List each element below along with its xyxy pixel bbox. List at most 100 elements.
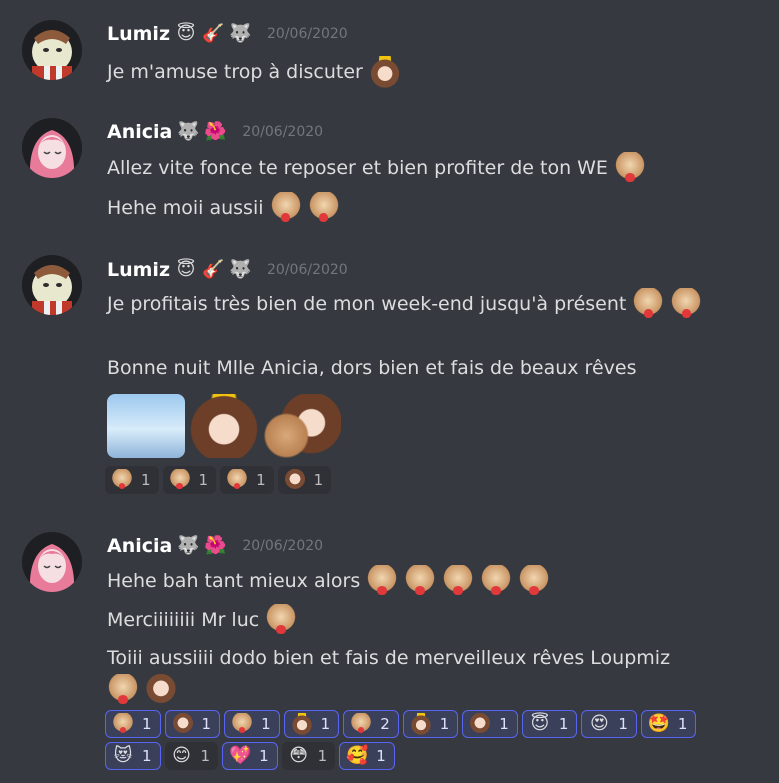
halo-smile-badge-icon: 😇 xyxy=(176,23,196,44)
message-text: Merciiiiiiii Mr luc xyxy=(107,609,260,631)
cat-heart-emoji-icon xyxy=(404,565,437,597)
message-line: Hehe moii aussii xyxy=(107,192,340,224)
reaction[interactable]: 1 xyxy=(277,466,332,494)
reaction-count: 1 xyxy=(142,715,152,733)
reaction-count: 1 xyxy=(376,747,386,765)
username[interactable]: Lumiz xyxy=(107,259,170,281)
message-text: Toiii aussiiii dodo bien et fais de merv… xyxy=(107,647,671,669)
reaction-count: 1 xyxy=(141,471,151,489)
message-text: Allez vite fonce te reposer et bien prof… xyxy=(107,157,608,179)
smiling-hearts-emoji-icon: 🥰 xyxy=(346,745,369,766)
message-line: Merciiiiiiii Mr luc xyxy=(107,604,298,636)
wolf-badge-icon: 🐺 xyxy=(229,259,252,280)
wolf-badge-icon: 🐺 xyxy=(229,23,252,44)
cat-heart-emoji-icon xyxy=(111,469,133,491)
username[interactable]: Lumiz xyxy=(107,23,170,45)
cat-heart-emoji-icon xyxy=(168,469,191,491)
reaction[interactable]: 1 xyxy=(105,466,159,494)
guitar-badge-icon: 🎸 xyxy=(202,259,225,280)
reaction[interactable]: 1 xyxy=(462,710,518,738)
reaction-count: 1 xyxy=(317,747,328,765)
message-header: Anicia 🐺 🌺 20/06/2020 xyxy=(107,534,323,558)
username[interactable]: Anicia xyxy=(107,121,172,143)
sparkling-heart-emoji-icon: 💖 xyxy=(229,745,252,766)
reaction[interactable]: 1 xyxy=(162,466,217,494)
reaction[interactable]: 1 xyxy=(402,710,459,738)
angel-girl-emoji-icon xyxy=(368,56,401,88)
reaction[interactable]: 🥰 1 xyxy=(339,742,395,770)
message-text: Bonne nuit Mlle Anicia, dors bien et fai… xyxy=(107,357,637,379)
reaction-count: 1 xyxy=(256,471,266,489)
reaction-count: 1 xyxy=(677,715,688,733)
reaction-bar: 1 1 1 1 xyxy=(105,466,725,494)
reaction-count: 2 xyxy=(380,715,390,733)
timestamp[interactable]: 20/06/2020 xyxy=(267,26,348,42)
avatar-anicia[interactable] xyxy=(22,532,82,592)
timestamp[interactable]: 20/06/2020 xyxy=(267,262,348,278)
girl-hug-cat-sticker-icon[interactable] xyxy=(263,394,341,458)
reaction[interactable]: 1 xyxy=(220,466,274,494)
cat-heart-emoji-icon xyxy=(613,152,646,184)
message-text: Je profitais très bien de mon week-end j… xyxy=(107,293,627,315)
cat-wink-emoji-icon xyxy=(231,713,254,735)
reaction-count: 1 xyxy=(618,715,628,733)
timestamp[interactable]: 20/06/2020 xyxy=(242,124,323,140)
star-struck-emoji-icon: 🤩 xyxy=(647,713,671,734)
message-line: Bonne nuit Mlle Anicia, dors bien et fai… xyxy=(107,355,636,381)
cat-heart-emoji-icon xyxy=(307,192,340,224)
reaction-count: 1 xyxy=(198,471,209,489)
girl-cat-emoji-icon xyxy=(145,674,177,706)
cat-wink-emoji-icon xyxy=(226,469,249,491)
halo-smile-emoji-icon: 😇 xyxy=(530,713,550,734)
message-text: Je m'amuse trop à discuter xyxy=(107,61,363,83)
hibiscus-badge-icon: 🌺 xyxy=(204,121,227,142)
cat-heart-emoji-icon xyxy=(107,674,139,706)
reaction[interactable]: 😳 1 xyxy=(281,742,336,770)
wolf-badge-icon: 🐺 xyxy=(177,121,200,142)
angel-girl-sticker-icon[interactable] xyxy=(185,394,263,458)
angel-girl-emoji-icon xyxy=(290,713,313,735)
reaction[interactable]: 💖 1 xyxy=(222,742,278,770)
avatar-lumiz[interactable] xyxy=(22,20,82,80)
username[interactable]: Anicia xyxy=(107,535,172,557)
reaction-count: 1 xyxy=(558,715,569,733)
reaction[interactable]: 😻 1 xyxy=(105,742,161,770)
avatar-lumiz[interactable] xyxy=(22,255,82,315)
halo-smile-badge-icon: 😇 xyxy=(176,259,196,280)
message-line: Je profitais très bien de mon week-end j… xyxy=(107,288,703,320)
message-text: Hehe bah tant mieux alors xyxy=(107,570,361,592)
message-line: Je m'amuse trop à discuter xyxy=(107,56,401,88)
reaction-count: 1 xyxy=(313,471,324,489)
message-line: Toiii aussiiii dodo bien et fais de merv… xyxy=(107,645,670,671)
reaction[interactable]: 🤩 1 xyxy=(640,710,697,738)
cat-wink-emoji-icon xyxy=(632,288,665,320)
reaction[interactable]: 2 xyxy=(343,710,399,738)
reaction-count: 1 xyxy=(259,747,269,765)
sleeping-cat-sticker-icon[interactable] xyxy=(107,394,185,458)
reaction[interactable]: 😇 1 xyxy=(521,710,578,738)
reaction[interactable]: 😊 1 xyxy=(164,742,219,770)
reaction[interactable]: 😍 1 xyxy=(581,710,637,738)
timestamp[interactable]: 20/06/2020 xyxy=(242,538,323,554)
cat-heart-emoji-icon xyxy=(480,565,513,597)
cat-heart-emoji-icon xyxy=(670,288,703,320)
message-header: Anicia 🐺 🌺 20/06/2020 xyxy=(107,120,323,144)
avatar-anicia[interactable] xyxy=(22,118,82,178)
flushed-emoji-icon: 😳 xyxy=(289,745,309,766)
cat-heart-emoji-icon xyxy=(350,713,373,735)
cat-pink-emoji-icon xyxy=(283,469,306,491)
reaction-count: 1 xyxy=(499,715,509,733)
message-line: Allez vite fonce te reposer et bien prof… xyxy=(107,152,646,184)
reaction[interactable]: 1 xyxy=(164,710,221,738)
guitar-badge-icon: 🎸 xyxy=(202,23,225,44)
reaction[interactable]: 1 xyxy=(105,710,161,738)
reaction-count: 1 xyxy=(201,715,212,733)
reaction-bar: 1 1 1 1 2 1 1 😇 1 😍 1 🤩 1 😻 1 😊 1 💖 1 😳 … xyxy=(105,710,725,770)
cat-heart-emoji-icon xyxy=(442,565,475,597)
smiling-blush-emoji-icon: 😊 xyxy=(172,745,191,766)
reaction-count: 1 xyxy=(439,715,450,733)
reaction[interactable]: 1 xyxy=(283,710,340,738)
reaction[interactable]: 1 xyxy=(224,710,280,738)
sticker-row xyxy=(107,394,341,458)
wolf-badge-icon: 🐺 xyxy=(177,535,200,556)
